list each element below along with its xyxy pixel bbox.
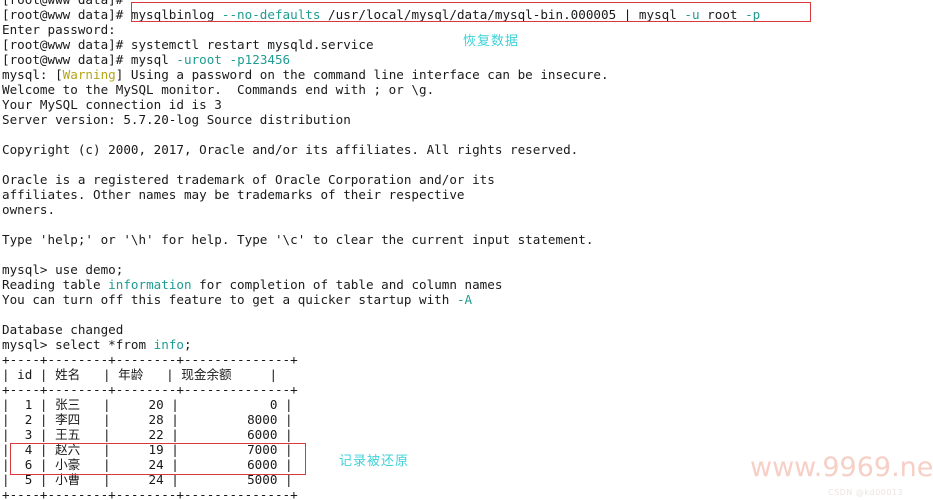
terminal-text-span: | 5 | 小曹 | 24 | 5000 | <box>2 472 293 487</box>
terminal-text-span: Server version: 5.7.20-log Source distri… <box>2 112 351 127</box>
terminal-text-span: | 1 | 张三 | 20 | 0 | <box>2 397 293 412</box>
terminal-text-span: Enter password: <box>2 22 116 37</box>
terminal-line: mysql> use demo; <box>2 262 933 277</box>
terminal-text-span: /usr/local/mysql/data/mysql-bin.000005 |… <box>320 7 685 22</box>
terminal-line: +----+--------+--------+--------------+ <box>2 382 933 397</box>
terminal-text-span: Warning <box>62 67 116 82</box>
terminal-line: | 2 | 李四 | 28 | 8000 | <box>2 412 933 427</box>
annotation-records-restored: 记录被还原 <box>339 454 410 469</box>
terminal-text-span: -p123456 <box>229 52 291 67</box>
terminal-text-span: [root@www data]# mysqlbinlog <box>2 7 222 22</box>
terminal-line: You can turn off this feature to get a q… <box>2 292 933 307</box>
terminal-text-span: [root@www data]# systemctl restart mysql… <box>2 37 374 52</box>
terminal-line: mysql> select *from info; <box>2 337 933 352</box>
terminal-line: | 1 | 张三 | 20 | 0 | <box>2 397 933 412</box>
author-watermark: CSDN @kd00013 <box>828 488 904 497</box>
terminal-line: [root@www data]# <box>2 0 933 7</box>
terminal-line: owners. <box>2 202 933 217</box>
terminal-text-span: mysql> use demo; <box>2 262 124 277</box>
annotation-restore-data: 恢复数据 <box>463 34 520 49</box>
site-watermark: www.9969.net <box>750 452 933 483</box>
terminal-text-span: | 4 | 赵六 | 19 | 7000 | <box>2 442 293 457</box>
terminal-text-span: | 2 | 李四 | 28 | 8000 | <box>2 412 293 427</box>
terminal-text-span: | id | 姓名 | 年龄 | 现金余额 | <box>2 367 278 382</box>
terminal-text-span: -p <box>745 7 761 22</box>
terminal-text-span: ; <box>184 337 192 352</box>
terminal-line: Copyright (c) 2000, 2017, Oracle and/or … <box>2 142 933 157</box>
terminal-text-span: for completion of table and column names <box>191 277 503 292</box>
terminal-text-span: [root@www data]# <box>2 0 123 7</box>
terminal-line: Your MySQL connection id is 3 <box>2 97 933 112</box>
terminal-text-span: Database changed <box>2 322 124 337</box>
terminal-text-span: [root@www data]# mysql <box>2 52 177 67</box>
terminal-text-span: mysql: [ <box>2 67 63 82</box>
terminal-text-span: Your MySQL connection id is 3 <box>2 97 222 112</box>
terminal-line: Welcome to the MySQL monitor. Commands e… <box>2 82 933 97</box>
terminal-text-span: Reading table <box>2 277 109 292</box>
terminal-line: Database changed <box>2 322 933 337</box>
terminal-text-span: +----+--------+--------+--------------+ <box>2 352 298 367</box>
terminal-window[interactable]: [root@www data]#[root@www data]# mysqlbi… <box>0 0 933 500</box>
terminal-text-span: +----+--------+--------+--------------+ <box>2 382 298 397</box>
terminal-text-span: -A <box>456 292 473 307</box>
terminal-text-span: root <box>699 7 746 22</box>
terminal-text-span: Copyright (c) 2000, 2017, Oracle and/or … <box>2 142 579 157</box>
terminal-text-span: | 3 | 王五 | 22 | 6000 | <box>2 427 293 442</box>
terminal-line: +----+--------+--------+--------------+ <box>2 352 933 367</box>
terminal-text-span: | 6 | 小豪 | 24 | 6000 | <box>2 457 293 472</box>
terminal-text-span: info <box>153 337 184 352</box>
terminal-line: [root@www data]# mysqlbinlog --no-defaul… <box>2 7 933 22</box>
terminal-line: Oracle is a registered trademark of Orac… <box>2 172 933 187</box>
terminal-text-span: -u <box>684 7 700 22</box>
terminal-text-span: +----+--------+--------+--------------+ <box>2 487 298 500</box>
terminal-text-span: Type 'help;' or '\h' for help. Type '\c'… <box>2 232 594 247</box>
terminal-text-span: Oracle is a registered trademark of Orac… <box>2 172 495 187</box>
terminal-text-span: --no-defaults <box>221 7 321 22</box>
terminal-text-span: mysql> select *from <box>2 337 154 352</box>
terminal-line: [root@www data]# mysql -uroot -p123456 <box>2 52 933 67</box>
terminal-line: mysql: [Warning] Using a password on the… <box>2 67 933 82</box>
terminal-text-span: You can turn off this feature to get a q… <box>2 292 457 307</box>
terminal-output: [root@www data]#[root@www data]# mysqlbi… <box>2 0 933 500</box>
terminal-line: Type 'help;' or '\h' for help. Type '\c'… <box>2 232 933 247</box>
terminal-line: Reading table information for completion… <box>2 277 933 292</box>
terminal-text-span: Welcome to the MySQL monitor. Commands e… <box>2 82 435 97</box>
terminal-line: affiliates. Other names may be trademark… <box>2 187 933 202</box>
terminal-text-span: affiliates. Other names may be trademark… <box>2 187 465 202</box>
terminal-text-span: -uroot <box>176 52 222 67</box>
terminal-text-span: owners. <box>2 202 56 217</box>
terminal-text-span: ] Using a password on the command line i… <box>115 67 609 82</box>
terminal-line: | 3 | 王五 | 22 | 6000 | <box>2 427 933 442</box>
terminal-line: Server version: 5.7.20-log Source distri… <box>2 112 933 127</box>
terminal-text-span: information <box>108 277 192 292</box>
terminal-line: +----+--------+--------+--------------+ <box>2 487 933 500</box>
terminal-line: | id | 姓名 | 年龄 | 现金余额 | <box>2 367 933 382</box>
